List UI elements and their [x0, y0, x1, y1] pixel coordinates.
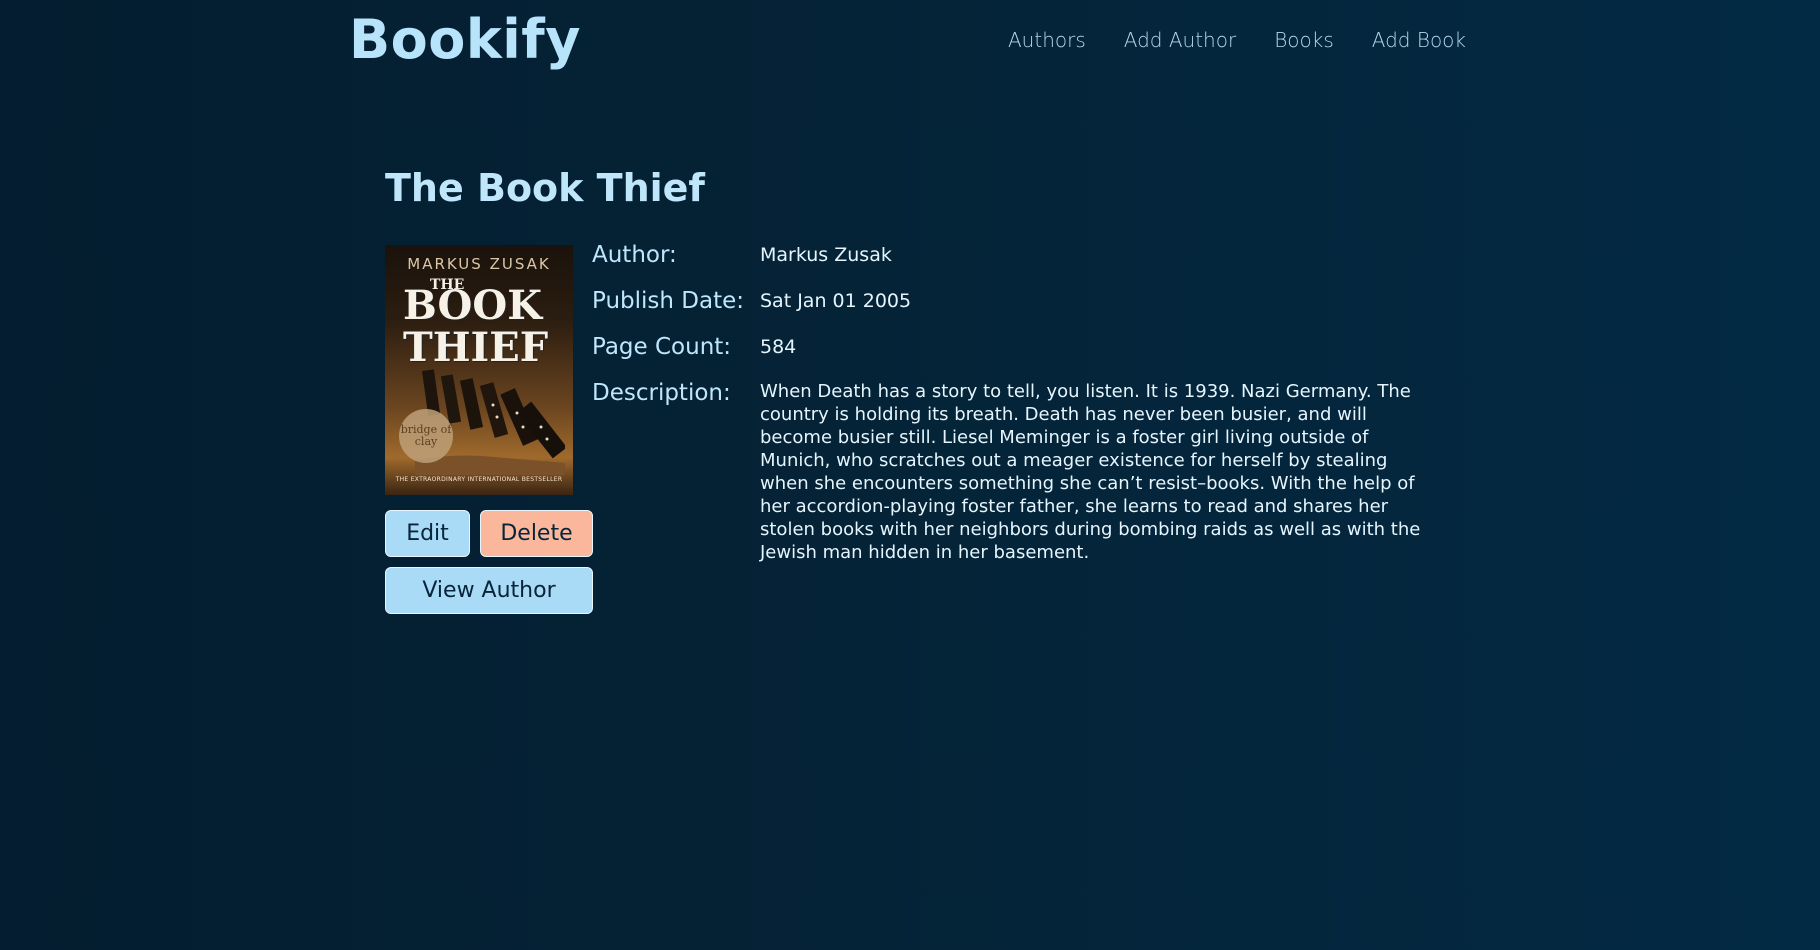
delete-button[interactable]: Delete	[480, 510, 593, 557]
page-count-value: 584	[760, 336, 797, 358]
description-value: When Death has a story to tell, you list…	[760, 381, 1421, 563]
nav-link-books[interactable]: Books	[1274, 28, 1334, 52]
detail-row-author: Author: Markus Zusak	[592, 240, 1442, 270]
author-label: Author:	[592, 242, 677, 268]
publish-date-value: Sat Jan 01 2005	[760, 290, 912, 312]
cover-title-big: BOOK THIEF	[403, 282, 549, 371]
publish-date-label: Publish Date:	[592, 288, 745, 314]
author-value: Markus Zusak	[760, 244, 892, 266]
site-header: Bookify Authors Add Author Books Add Boo…	[0, 0, 1820, 100]
detail-row-publish-date: Publish Date: Sat Jan 01 2005	[592, 286, 1442, 316]
book-details: Author: Markus Zusak Publish Date: Sat J…	[592, 240, 1442, 580]
brand-logo[interactable]: Bookify	[349, 8, 581, 71]
nav-link-authors[interactable]: Authors	[1008, 28, 1086, 52]
view-author-button[interactable]: View Author	[385, 567, 593, 614]
edit-button[interactable]: Edit	[385, 510, 470, 557]
page-count-label: Page Count:	[592, 334, 732, 360]
page-title: The Book Thief	[385, 166, 705, 210]
nav-link-add-book[interactable]: Add Book	[1372, 28, 1466, 52]
cover-tagline: THE EXTRAORDINARY INTERNATIONAL BESTSELL…	[395, 476, 563, 483]
book-cover-image: MARKUS ZUSAK THE BOOK THIEF bridge of cl…	[385, 245, 573, 495]
nav-link-add-author[interactable]: Add Author	[1124, 28, 1236, 52]
main-nav: Authors Add Author Books Add Book	[1008, 28, 1466, 52]
detail-row-description: Description: When Death has a story to t…	[592, 378, 1442, 564]
cover-author-text: MARKUS ZUSAK	[407, 255, 551, 273]
detail-row-page-count: Page Count: 584	[592, 332, 1442, 362]
cover-badge: bridge of clay	[399, 409, 453, 463]
description-label: Description:	[592, 380, 731, 406]
